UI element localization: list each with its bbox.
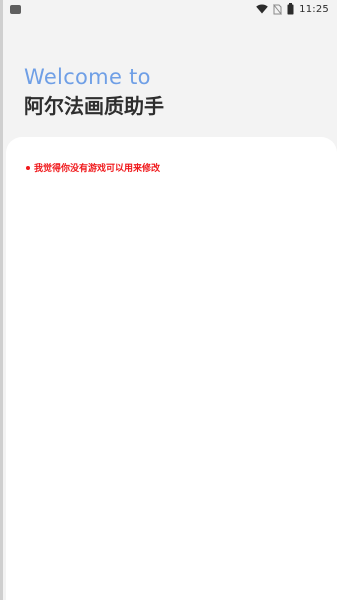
notice-text: 我觉得你没有游戏可以用来修改 — [34, 164, 161, 174]
notification-icon — [10, 4, 21, 14]
content-card: 我觉得你没有游戏可以用来修改 — [6, 137, 337, 600]
wifi-icon — [256, 4, 268, 14]
app-title: 阿尔法画质助手 — [24, 94, 164, 118]
status-bar: 11:25 — [0, 0, 337, 18]
status-time: 11:25 — [299, 3, 329, 15]
status-right: 11:25 — [256, 3, 329, 15]
welcome-header: Welcome to 阿尔法画质助手 — [24, 62, 164, 120]
welcome-text: Welcome to — [24, 65, 151, 89]
battery-icon — [287, 3, 294, 15]
bullet-dot-icon — [26, 165, 30, 170]
status-left — [10, 4, 21, 14]
notice-message: 我觉得你没有游戏可以用来修改 — [26, 161, 160, 174]
no-sim-icon — [273, 3, 283, 15]
left-edge-divider — [0, 0, 3, 600]
